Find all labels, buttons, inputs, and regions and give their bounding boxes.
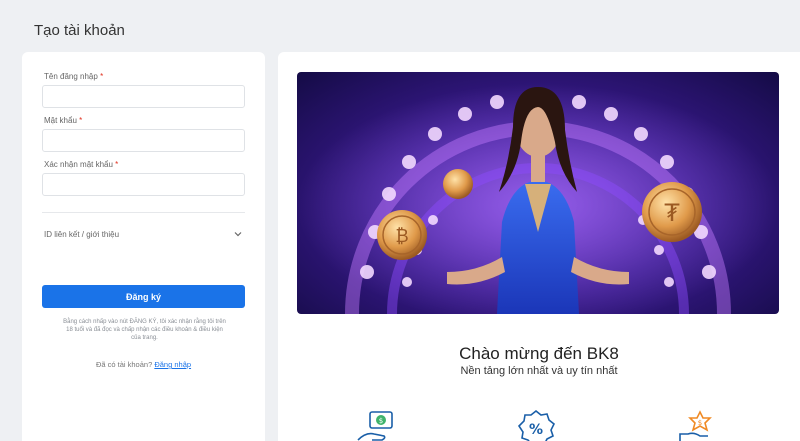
password-label: Mật khẩu *	[44, 116, 83, 125]
svg-text:₮: ₮	[664, 199, 680, 227]
confirm-password-label: Xác nhận mật khẩu *	[44, 160, 119, 169]
svg-text:₿: ₿	[395, 226, 408, 247]
dollar-star-hand-icon: $	[679, 410, 712, 441]
username-label: Tên đăng nhập *	[44, 72, 104, 81]
welcome-title: Chào mừng đến BK8	[459, 344, 619, 363]
password-input[interactable]	[42, 129, 245, 152]
promo-banner-image: ₿ ₮	[297, 72, 779, 314]
svg-text:$: $	[379, 417, 383, 425]
username-input[interactable]	[42, 85, 245, 108]
login-link[interactable]: Đăng nhập	[154, 360, 191, 369]
svg-text:%: %	[529, 422, 543, 438]
page-title: Tạo tài khoản	[34, 22, 125, 39]
chevron-down-icon	[234, 232, 242, 237]
percent-badge-icon: %	[517, 410, 556, 441]
divider	[42, 212, 245, 213]
welcome-subtitle: Nền tảng lớn nhất và uy tín nhất	[460, 365, 618, 377]
svg-text:$: $	[698, 419, 702, 427]
terms-text: Bằng cách nhấp vào nút ĐĂNG KÝ, tôi xác …	[63, 319, 226, 341]
promo-panel: ₿ ₮ Chào mừng đến BK8 Nền tảng lớn nhất …	[278, 52, 800, 441]
register-button[interactable]: Đăng ký	[42, 285, 245, 308]
referral-id-dropdown[interactable]: ID liên kết / giới thiệu	[42, 224, 245, 244]
confirm-password-input[interactable]	[42, 173, 245, 196]
signup-form-panel: Tên đăng nhập * Mật khẩu * Xác nhận mật …	[22, 52, 265, 441]
login-prompt: Đã có tài khoản? Đăng nhập	[95, 360, 192, 369]
money-hand-icon: $	[357, 411, 393, 441]
referral-label: ID liên kết / giới thiệu	[44, 229, 120, 239]
